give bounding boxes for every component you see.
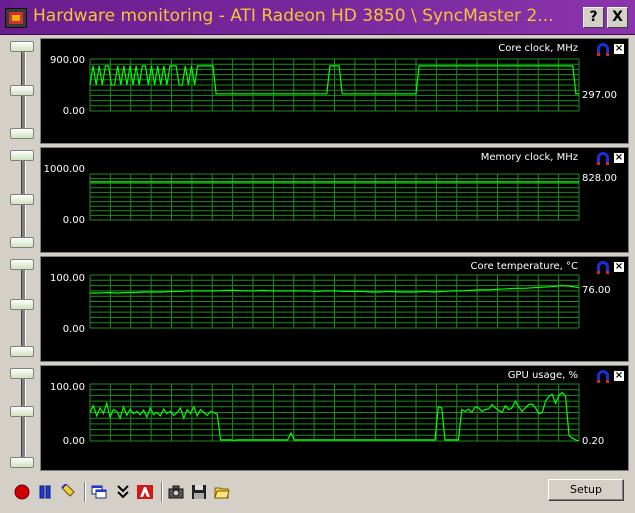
bottom-toolbar: Setup bbox=[0, 474, 635, 513]
camera-icon[interactable] bbox=[168, 484, 184, 500]
panel-title: GPU usage, % bbox=[507, 370, 578, 381]
graph-core-temperature[interactable]: 100.00 0.00 76.00 Core temperature, °C × bbox=[40, 256, 629, 362]
toolbar-separator bbox=[161, 482, 163, 502]
y-max-label: 100.00 bbox=[50, 382, 85, 393]
y-min-label: 0.00 bbox=[62, 324, 85, 335]
panel-core-temperature: 100.00 0.00 76.00 Core temperature, °C × bbox=[0, 253, 635, 362]
panel-memory-clock: 1000.00 0.00 828.00 Memory clock, MHz × bbox=[0, 144, 635, 253]
slider-middle-handle[interactable] bbox=[10, 406, 34, 417]
panel-gpu-usage: 100.00 0.00 0.20 GPU usage, % × bbox=[0, 362, 635, 471]
grid bbox=[89, 173, 580, 221]
current-value: 76.00 bbox=[582, 285, 611, 296]
grid bbox=[89, 383, 580, 442]
collapse-icon[interactable] bbox=[115, 484, 131, 500]
panel-title: Core temperature, °C bbox=[470, 261, 578, 272]
slider-bottom-handle[interactable] bbox=[10, 128, 34, 139]
magnet-icon[interactable] bbox=[596, 43, 610, 56]
y-min-label: 0.00 bbox=[62, 436, 85, 447]
slider-middle-handle[interactable] bbox=[10, 299, 34, 310]
panel-height-slider[interactable] bbox=[6, 255, 38, 361]
current-value: 828.00 bbox=[582, 173, 617, 184]
graph-svg bbox=[89, 274, 580, 329]
graph-svg bbox=[89, 383, 580, 442]
graph-core-clock[interactable]: 900.00 0.00 297.00 Core clock, MHz × bbox=[40, 38, 629, 144]
open-folder-icon[interactable] bbox=[214, 484, 230, 500]
magnet-icon[interactable] bbox=[596, 152, 610, 165]
panel-height-slider[interactable] bbox=[6, 37, 38, 143]
close-button[interactable]: X bbox=[607, 7, 628, 28]
slider-top-handle[interactable] bbox=[10, 368, 34, 379]
panel-core-clock: 900.00 0.00 297.00 Core clock, MHz × bbox=[0, 35, 635, 144]
slider-top-handle[interactable] bbox=[10, 259, 34, 270]
save-icon[interactable] bbox=[191, 484, 207, 500]
graph-memory-clock[interactable]: 1000.00 0.00 828.00 Memory clock, MHz × bbox=[40, 147, 629, 253]
graph-gpu-usage[interactable]: 100.00 0.00 0.20 GPU usage, % × bbox=[40, 365, 629, 471]
magnet-icon[interactable] bbox=[596, 370, 610, 383]
y-min-label: 0.00 bbox=[62, 106, 85, 117]
panel-close-icon[interactable]: × bbox=[613, 152, 625, 164]
panel-close-icon[interactable]: × bbox=[613, 43, 625, 55]
window-title: Hardware monitoring - ATI Radeon HD 3850… bbox=[33, 6, 554, 26]
slider-bottom-handle[interactable] bbox=[10, 237, 34, 248]
slider-track bbox=[21, 368, 26, 466]
panel-close-icon[interactable]: × bbox=[613, 370, 625, 382]
slider-top-handle[interactable] bbox=[10, 150, 34, 161]
toolbar-separator bbox=[84, 482, 86, 502]
y-min-label: 0.00 bbox=[62, 215, 85, 226]
slider-bottom-handle[interactable] bbox=[10, 457, 34, 468]
panel-title: Core clock, MHz bbox=[498, 43, 578, 54]
y-max-label: 100.00 bbox=[50, 273, 85, 284]
panel-close-icon[interactable]: × bbox=[613, 261, 625, 273]
panel-height-slider[interactable] bbox=[6, 364, 38, 470]
current-value: 0.20 bbox=[582, 436, 605, 447]
setup-button[interactable]: Setup bbox=[548, 479, 624, 501]
help-button[interactable]: ? bbox=[583, 7, 604, 28]
panel-height-slider[interactable] bbox=[6, 146, 38, 252]
slider-bottom-handle[interactable] bbox=[10, 346, 34, 357]
y-max-label: 900.00 bbox=[50, 55, 85, 66]
title-bar[interactable]: Hardware monitoring - ATI Radeon HD 3850… bbox=[0, 0, 635, 35]
pause-icon[interactable] bbox=[37, 484, 53, 500]
windows-icon[interactable] bbox=[91, 484, 107, 500]
slider-top-handle[interactable] bbox=[10, 41, 34, 52]
record-icon[interactable] bbox=[14, 484, 30, 500]
app-icon bbox=[5, 8, 27, 28]
magnet-icon[interactable] bbox=[596, 261, 610, 274]
current-value: 297.00 bbox=[582, 90, 617, 101]
slider-middle-handle[interactable] bbox=[10, 194, 34, 205]
graph-svg bbox=[89, 58, 580, 112]
grid bbox=[89, 274, 580, 329]
ati-logo-icon[interactable] bbox=[137, 484, 153, 500]
clear-icon[interactable] bbox=[60, 484, 76, 500]
y-max-label: 1000.00 bbox=[43, 164, 85, 175]
graph-svg bbox=[89, 173, 580, 221]
panel-title: Memory clock, MHz bbox=[480, 152, 578, 163]
slider-middle-handle[interactable] bbox=[10, 85, 34, 96]
